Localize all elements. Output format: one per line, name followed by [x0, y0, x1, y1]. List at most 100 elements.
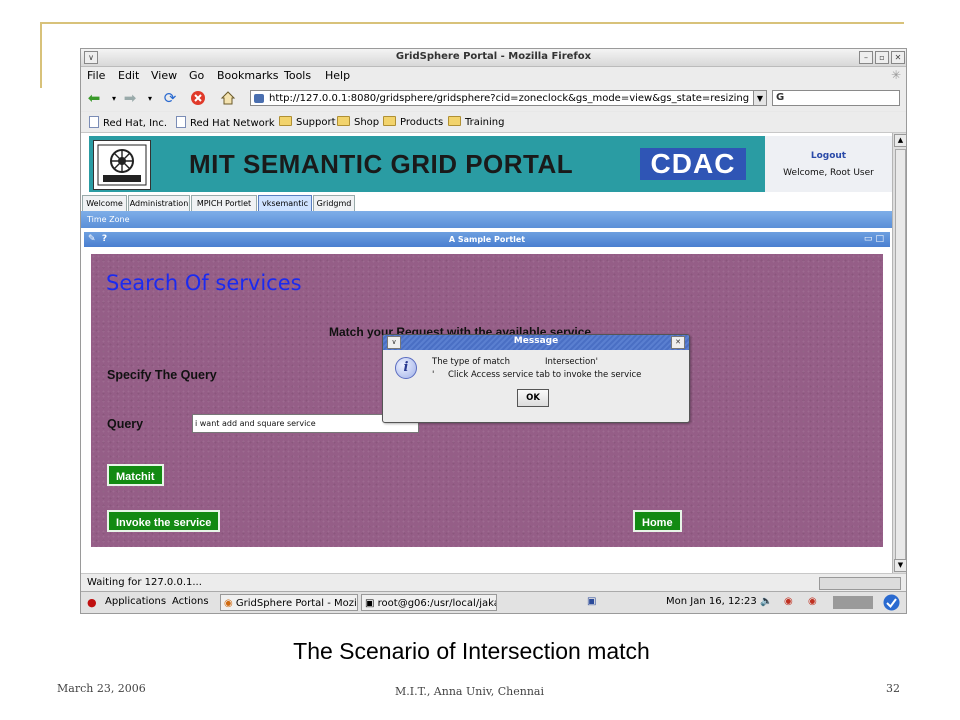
window-titlebar[interactable]: ∨ GridSphere Portal - Mozilla Firefox – …: [81, 49, 906, 67]
folder-icon: [383, 116, 396, 126]
slide-border-left: [40, 22, 42, 88]
bookmark-shop[interactable]: Shop: [337, 116, 379, 128]
workspace-switcher[interactable]: [833, 596, 873, 609]
network-icon[interactable]: ▣: [587, 596, 596, 607]
desktop-taskbar: ● Applications Actions ◉ GridSphere Port…: [81, 591, 906, 613]
scroll-thumb[interactable]: [895, 149, 906, 561]
portal-tabs: Welcome Administration MPICH Portlet vks…: [81, 195, 892, 211]
slide-page-number: 32: [886, 682, 900, 695]
page-icon: [89, 116, 99, 128]
address-bar[interactable]: http://127.0.0.1:8080/gridsphere/gridsph…: [250, 90, 757, 106]
menu-file[interactable]: File: [87, 69, 105, 82]
bookmark-red-hat-network[interactable]: Red Hat Network: [176, 116, 275, 129]
status-bar: Waiting for 127.0.0.1...: [81, 573, 906, 592]
menu-bookmarks[interactable]: Bookmarks: [217, 69, 278, 82]
tab-administration[interactable]: Administration: [128, 195, 190, 211]
search-bar[interactable]: G: [772, 90, 900, 106]
bookmark-support[interactable]: Support: [279, 116, 336, 128]
firefox-task-button[interactable]: ◉ GridSphere Portal - Mozil: [220, 594, 358, 611]
stop-icon[interactable]: [189, 89, 207, 107]
firefox-icon: ◉: [224, 598, 233, 609]
subtab-bar: Time Zone: [81, 211, 892, 228]
match-type-value: Intersection': [545, 357, 598, 367]
menu-tools[interactable]: Tools: [284, 69, 311, 82]
browser-window: ∨ GridSphere Portal - Mozilla Firefox – …: [80, 48, 907, 614]
menu-bar: File Edit View Go Bookmarks Tools Help ✳: [81, 67, 906, 85]
navigation-toolbar: ⬅ ▾ ➡ ▾ ⟳ http://127.0.0.1:8080/gridsphe…: [81, 85, 906, 111]
close-icon[interactable]: ✕: [891, 51, 905, 64]
status-text: Waiting for 127.0.0.1...: [87, 577, 202, 588]
volume-icon[interactable]: 🔈: [760, 596, 772, 607]
folder-icon: [279, 116, 292, 126]
slide-caption: The Scenario of Intersection match: [293, 638, 650, 664]
portlet-maximize-icon[interactable]: □: [875, 234, 884, 244]
portlet-window-controls: ▭ □: [864, 232, 884, 247]
slide-border-top: [40, 22, 904, 24]
throbber-icon: ✳: [891, 68, 902, 82]
match-type-label: The type of match: [432, 357, 510, 367]
dialog-title: Message: [513, 336, 559, 346]
address-dropdown-icon[interactable]: ▼: [753, 90, 767, 106]
folder-icon: [337, 116, 350, 126]
scroll-down-icon[interactable]: ▼: [894, 559, 906, 572]
browser-tray-icon-2[interactable]: ◉: [808, 596, 817, 607]
panel-heading: Search Of services: [106, 271, 302, 295]
menu-help[interactable]: Help: [325, 69, 350, 82]
welcome-text: Welcome, Root User: [783, 168, 874, 178]
university-logo: [93, 140, 151, 190]
bookmark-products[interactable]: Products: [383, 116, 443, 128]
progress-bar: [819, 577, 901, 590]
tab-vksemantic[interactable]: vksemantic: [258, 195, 312, 211]
update-icon[interactable]: [883, 594, 900, 613]
message-prefix: ': [432, 370, 435, 380]
vertical-scrollbar[interactable]: ▲ ▼: [892, 133, 906, 573]
tab-welcome[interactable]: Welcome: [82, 195, 127, 211]
tab-mpich-portlet[interactable]: MPICH Portlet: [191, 195, 257, 211]
menu-view[interactable]: View: [151, 69, 177, 82]
menu-go[interactable]: Go: [189, 69, 204, 82]
site-icon: [254, 94, 264, 103]
ok-button[interactable]: OK: [517, 389, 549, 407]
slide-institution: M.I.T., Anna Univ, Chennai: [395, 685, 545, 698]
search-engine-icon[interactable]: G: [776, 92, 784, 103]
bookmark-training[interactable]: Training: [448, 116, 504, 128]
query-label: Query: [107, 417, 144, 431]
logout-link[interactable]: Logout: [765, 151, 892, 161]
maximize-icon[interactable]: ▫: [875, 51, 889, 64]
address-url: http://127.0.0.1:8080/gridsphere/gridsph…: [269, 93, 750, 104]
portal-title: MIT SEMANTIC GRID PORTAL: [189, 149, 574, 179]
reload-icon[interactable]: ⟳: [161, 89, 179, 107]
subtab-time-zone[interactable]: Time Zone: [87, 215, 130, 224]
clock[interactable]: Mon Jan 16, 12:23: [666, 596, 757, 607]
user-box: Logout Welcome, Root User: [765, 136, 892, 192]
info-icon: i: [395, 357, 417, 379]
forward-menu-icon[interactable]: ▾: [141, 89, 159, 107]
applications-menu[interactable]: Applications: [105, 596, 166, 607]
browser-tray-icon[interactable]: ◉: [784, 596, 793, 607]
partner-logo: CDAC: [640, 148, 746, 180]
window-title: GridSphere Portal - Mozilla Firefox: [395, 51, 592, 62]
terminal-task-button[interactable]: ▣ root@g06:/usr/local/jakar: [361, 594, 497, 611]
page-icon: [176, 116, 186, 128]
home-icon[interactable]: [219, 89, 237, 107]
portlet-minimize-icon[interactable]: ▭: [864, 234, 873, 244]
back-icon[interactable]: ⬅: [85, 89, 103, 107]
actions-menu[interactable]: Actions: [172, 596, 209, 607]
portlet-title: A Sample Portlet: [448, 235, 526, 244]
minimize-icon[interactable]: –: [859, 51, 873, 64]
dialog-titlebar[interactable]: ∨ Message ✕: [383, 335, 689, 350]
matchit-button[interactable]: Matchit: [107, 464, 164, 486]
home-button[interactable]: Home: [633, 510, 682, 532]
scroll-up-icon[interactable]: ▲: [894, 134, 906, 147]
forward-icon[interactable]: ➡: [121, 89, 139, 107]
terminal-icon: ▣: [365, 598, 375, 609]
message-dialog: ∨ Message ✕ i The type of match Intersec…: [382, 334, 690, 423]
bookmark-red-hat-inc[interactable]: Red Hat, Inc.: [89, 116, 167, 129]
bookmarks-toolbar: Red Hat, Inc. Red Hat Network Support Sh…: [81, 112, 906, 133]
tab-gridgmd[interactable]: Gridgmd: [313, 195, 355, 211]
menu-edit[interactable]: Edit: [118, 69, 139, 82]
specify-query-label: Specify The Query: [107, 368, 217, 382]
portal-banner: MIT SEMANTIC GRID PORTAL CDAC: [89, 136, 765, 192]
invoke-service-button[interactable]: Invoke the service: [107, 510, 221, 532]
dialog-close-icon[interactable]: ✕: [671, 336, 685, 349]
